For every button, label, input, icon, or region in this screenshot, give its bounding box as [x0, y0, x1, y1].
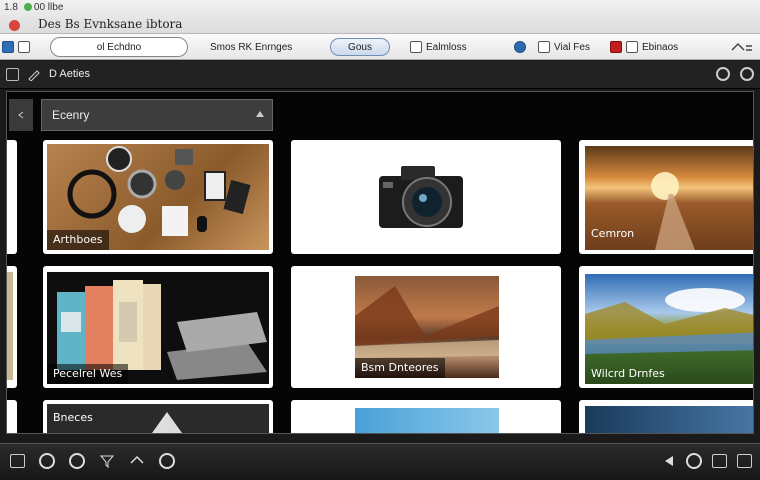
tile-hills-label: Wilcrd Drnfes [591, 367, 665, 380]
document-icon [538, 41, 550, 53]
share-icon[interactable] [129, 453, 145, 469]
back-arrow-icon[interactable] [662, 454, 676, 468]
panel-header-left: D Aeties [6, 67, 90, 81]
category-dropdown[interactable]: Ecenry [41, 99, 273, 131]
tile-binders[interactable]: Pecelrel Wes [43, 266, 273, 388]
category-bar: Ecenry [9, 99, 273, 131]
tile-partial-left-1[interactable] [7, 140, 17, 254]
toolbar-item-4[interactable]: Ebinaos [610, 37, 678, 57]
tile-desert-road-label: Cemron [591, 227, 635, 240]
panel-header: D Aeties [0, 61, 760, 89]
tile-desert-road[interactable]: Cemron [579, 140, 753, 254]
folder-icon [410, 41, 422, 53]
window-meta-label: 00 llbe [33, 2, 64, 13]
tile-accessories-label: Arthboes [47, 230, 109, 250]
tile-camera[interactable] [291, 140, 561, 254]
panel-header-right [716, 67, 754, 81]
tile-accessories[interactable]: Arthboes [43, 140, 273, 254]
toolbar-item-3[interactable]: Vial Fes [538, 37, 590, 57]
toolbar-back-button[interactable] [2, 37, 30, 57]
tile-partial-left-2[interactable] [7, 266, 17, 388]
tile-bottom-2-image [355, 408, 499, 433]
gallery-frame: Ecenry Arthboes Cemron Pecelrel Wes Bsm … [6, 91, 754, 434]
page-icon [626, 41, 638, 53]
sync-icon[interactable] [159, 453, 175, 469]
globe-icon [514, 41, 526, 53]
toolbar-item-2[interactable]: Ealmloss [410, 37, 467, 57]
toolbar-item-2-label: Ealmloss [426, 41, 467, 53]
tile-camera-image [371, 156, 471, 238]
view-toggle-icon [18, 41, 30, 53]
bookmark-icon [610, 41, 622, 53]
grid-view-icon[interactable] [737, 454, 752, 468]
bottom-toolbar [0, 443, 760, 480]
panel-title: D Aeties [49, 68, 90, 80]
bottom-toolbar-left [10, 453, 175, 469]
pencil-icon[interactable] [27, 67, 41, 81]
search-input[interactable]: ol Echdno [50, 37, 188, 57]
toolbar-item-1[interactable]: Smos RK Enrnges [210, 37, 292, 57]
tile-bottom-1-label: Bneces [53, 411, 93, 424]
tile-partial-left-2-image [7, 272, 13, 380]
category-back-button[interactable] [9, 99, 33, 131]
toolbar-globe[interactable] [514, 37, 526, 57]
help-icon[interactable] [686, 453, 702, 469]
category-label: Ecenry [52, 108, 90, 122]
grid-icon[interactable] [6, 67, 19, 81]
status-dot-icon [23, 3, 32, 12]
toolbar: ol Echdno Smos RK Enrnges Gous Ealmloss … [0, 34, 760, 60]
menu-chevron-icon [731, 42, 752, 51]
bottom-toolbar-right [662, 453, 752, 469]
toolbar-menu[interactable] [730, 37, 754, 57]
sidebar-icon[interactable] [10, 454, 25, 468]
sidebar-toggle-icon [2, 41, 14, 53]
tile-bottom-3-image [585, 406, 753, 433]
caret-up-icon [256, 111, 264, 117]
tile-binders-label: Pecelrel Wes [47, 364, 129, 384]
close-window-button[interactable] [9, 20, 20, 31]
home-icon[interactable] [39, 453, 55, 469]
filter-icon[interactable] [99, 453, 115, 469]
tile-canyon-label: Bsm Dnteores [355, 358, 445, 378]
settings-icon[interactable] [740, 67, 754, 81]
go-button[interactable]: Gous [330, 38, 390, 56]
window-title: Des Bs Evnksane ibtora [38, 17, 183, 31]
tile-bottom-2[interactable] [291, 400, 561, 433]
tile-canyon[interactable]: Bsm Dnteores [291, 266, 561, 388]
toolbar-item-3-label: Vial Fes [554, 41, 590, 53]
info-icon[interactable] [69, 453, 85, 469]
tile-bottom-3[interactable] [579, 400, 753, 433]
left-arrow-icon [18, 111, 24, 119]
list-view-icon[interactable] [712, 454, 727, 468]
refresh-icon[interactable] [716, 67, 730, 81]
tile-partial-left-3[interactable] [7, 400, 17, 433]
camera-icon [379, 166, 463, 228]
window-meta: 1.8 00 llbe [4, 2, 63, 13]
toolbar-item-1-label: Smos RK Enrnges [210, 41, 293, 53]
toolbar-item-4-label: Ebinaos [642, 41, 679, 53]
window-meta-number: 1.8 [4, 2, 18, 13]
title-bar: 1.8 00 llbe Des Bs Evnksane ibtora [0, 0, 760, 34]
tile-bottom-1[interactable]: Bneces [43, 400, 273, 433]
tile-hills[interactable]: Wilcrd Drnfes [579, 266, 753, 388]
